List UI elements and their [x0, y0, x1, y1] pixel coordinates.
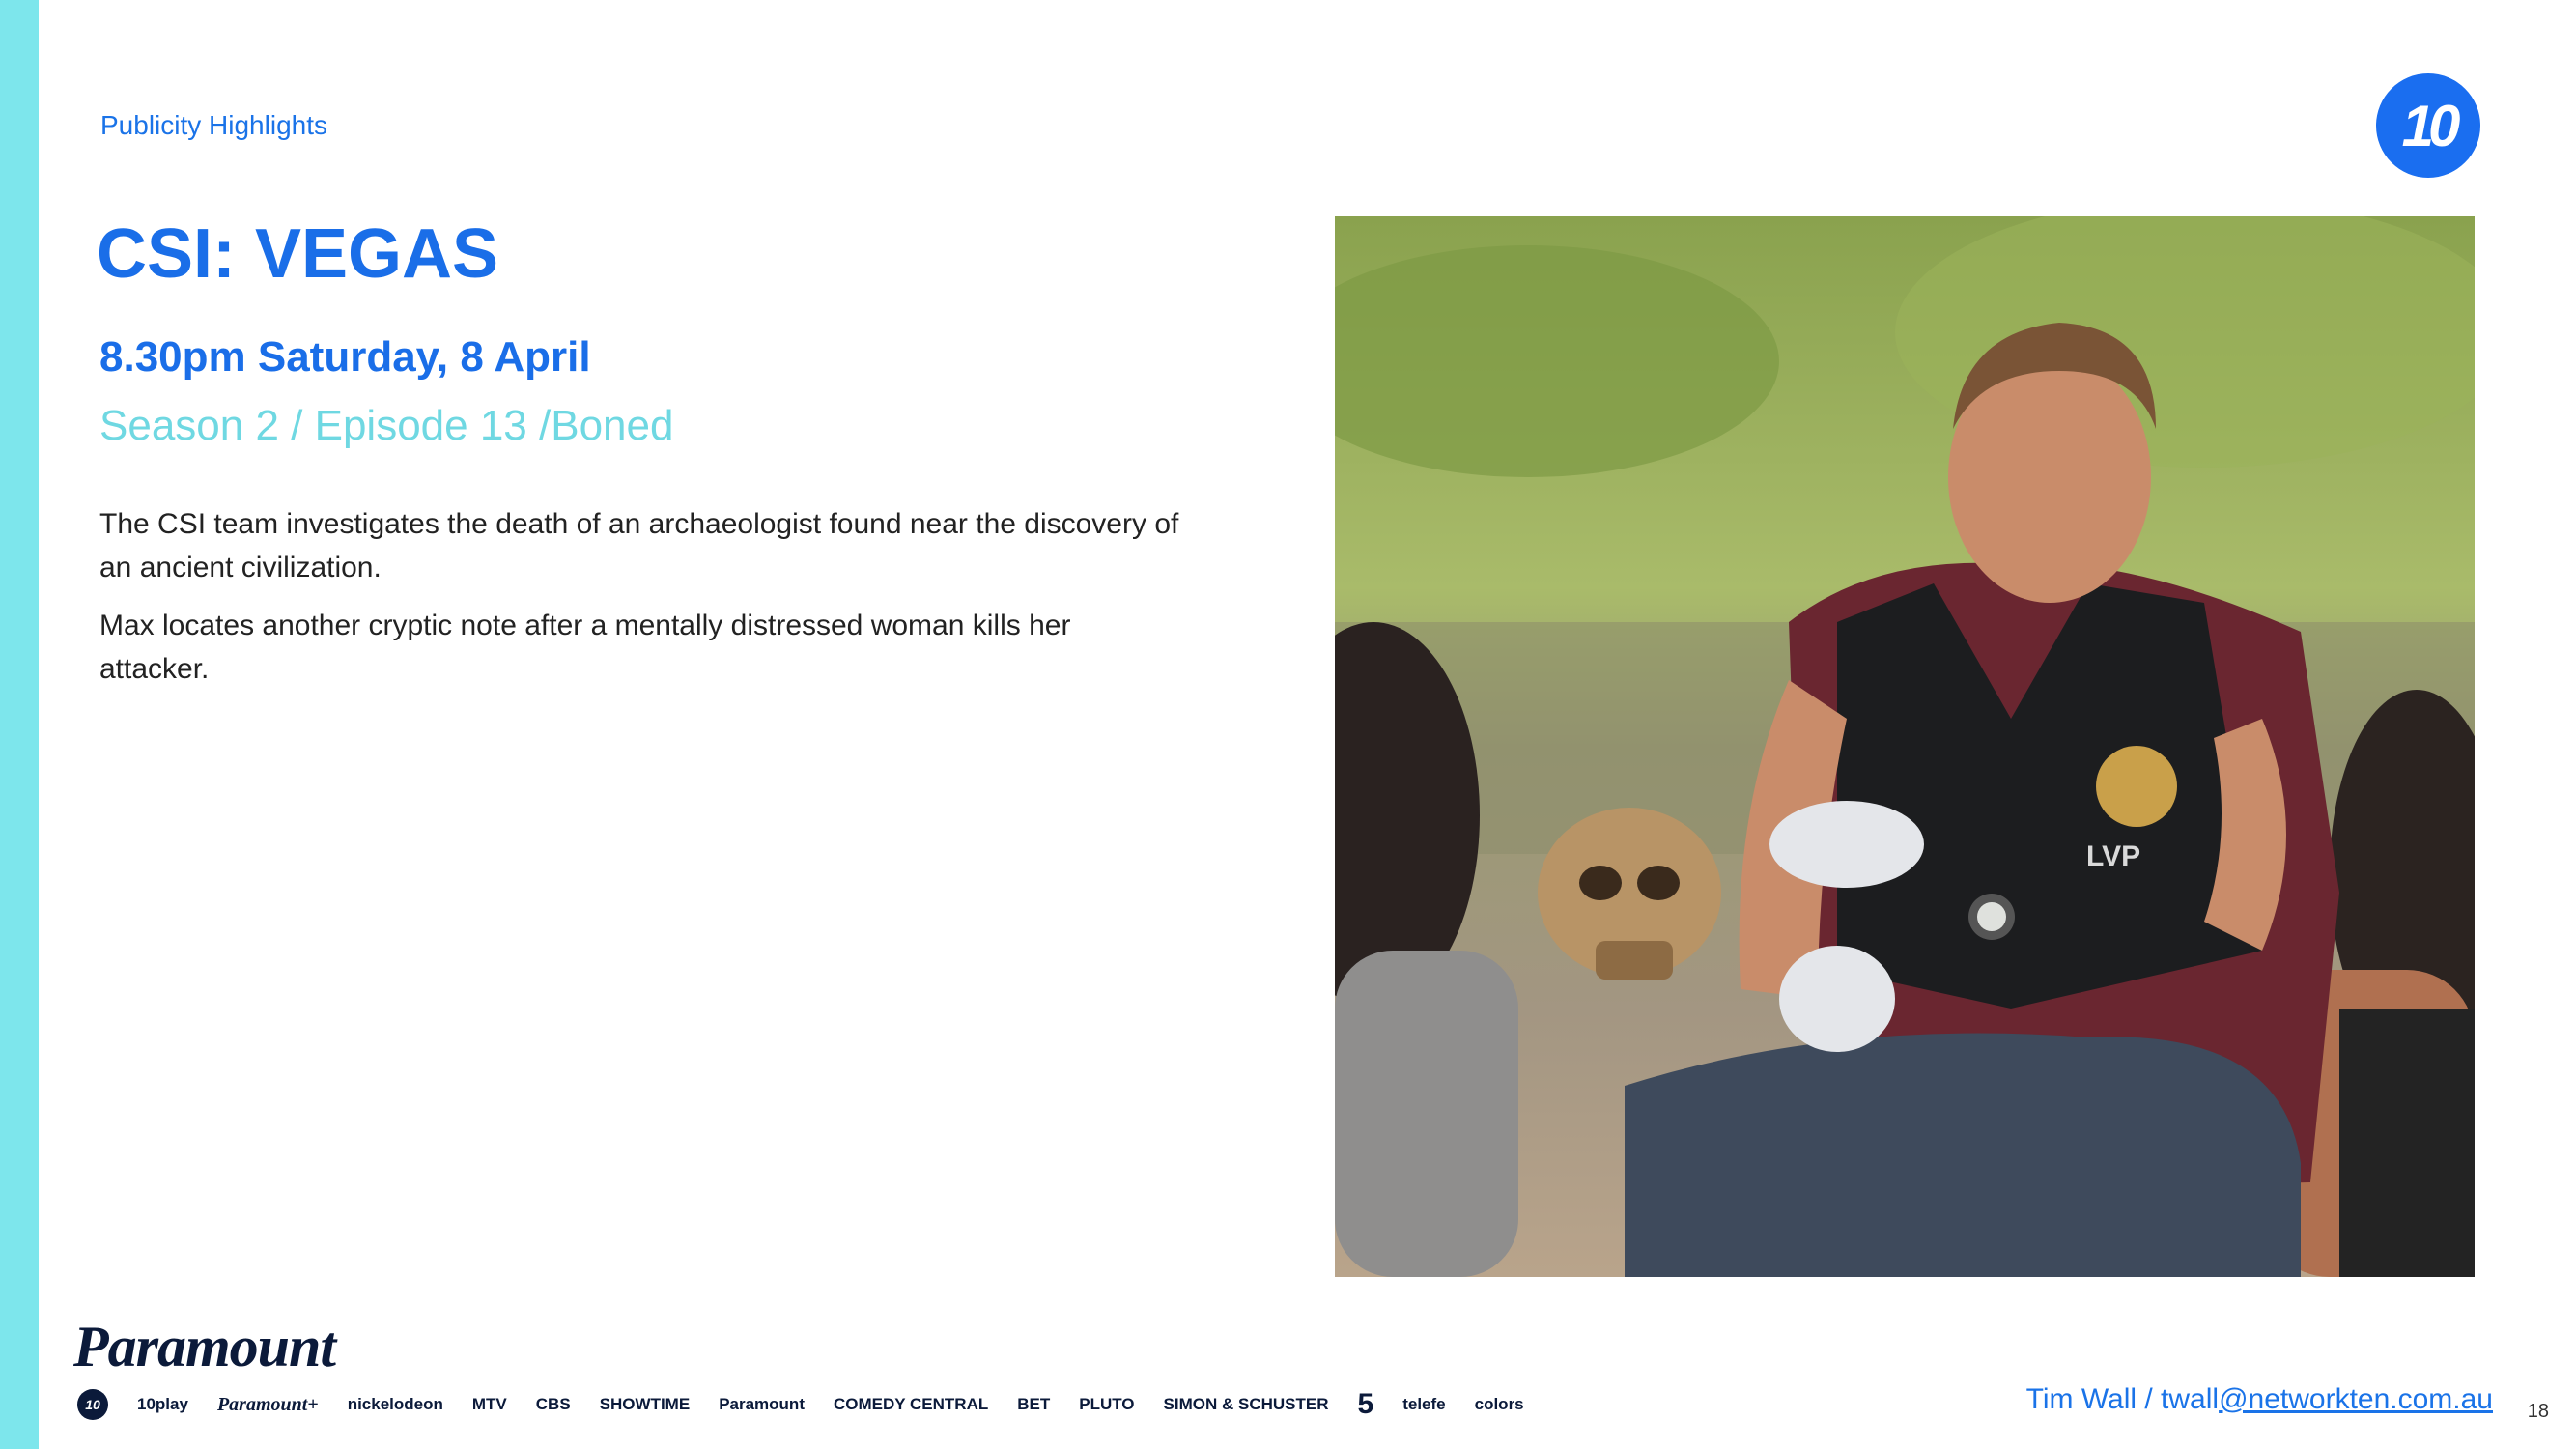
contact-name: Tim Wall / twall: [2025, 1383, 2220, 1415]
side-accent-bar: [0, 0, 39, 1449]
brand-simon-schuster: SIMON & SCHUSTER: [1163, 1395, 1329, 1413]
brand-nickelodeon: nickelodeon: [347, 1395, 443, 1413]
brand-bet: BET: [1017, 1395, 1051, 1413]
brand-paramount-plus: Paramount+: [216, 1393, 319, 1415]
paramount-logo: Paramount: [73, 1315, 336, 1378]
synopsis: The CSI team investigates the death of a…: [99, 502, 1181, 705]
brand-mtv: MTV: [471, 1395, 507, 1413]
brand-10play: 10play: [137, 1395, 188, 1413]
brand-showtime: SHOWTIME: [599, 1395, 691, 1413]
brand-pluto: PLUTO: [1079, 1395, 1135, 1413]
synopsis-paragraph: The CSI team investigates the death of a…: [99, 508, 1179, 583]
brand-colors: colors: [1474, 1395, 1524, 1413]
brand-paramount: Paramount: [719, 1395, 805, 1413]
contact-info: Tim Wall / twall@networkten.com.au: [2026, 1383, 2493, 1416]
synopsis-paragraph: Max locates another cryptic note after a…: [99, 610, 1071, 685]
brand-cbs: CBS: [535, 1395, 571, 1413]
vest-badge-text: LVP: [2086, 840, 2140, 872]
brand-telefe: telefe: [1402, 1395, 1446, 1413]
contact-email-link[interactable]: @networkten.com.au: [2219, 1383, 2493, 1415]
episode-photo: LVP: [1335, 216, 2475, 1277]
page-number: 18: [2527, 1401, 2549, 1422]
episode-info: Season 2 / Episode 13 /Boned: [99, 402, 674, 449]
brand-channel-5: 5: [1357, 1388, 1374, 1420]
episode-photo-illustration: LVP: [1335, 216, 2475, 1277]
brand-logo-row: 10 10play Paramount+ nickelodeon MTV CBS…: [77, 1385, 1524, 1424]
network-ten-brand-icon: 10: [77, 1389, 108, 1420]
section-label: Publicity Highlights: [100, 110, 327, 140]
brand-comedy-central: COMEDY CENTRAL: [833, 1395, 989, 1413]
network-ten-logo: 10: [2376, 73, 2480, 178]
show-title: CSI: VEGAS: [97, 215, 499, 293]
airtime: 8.30pm Saturday, 8 April: [99, 333, 591, 381]
